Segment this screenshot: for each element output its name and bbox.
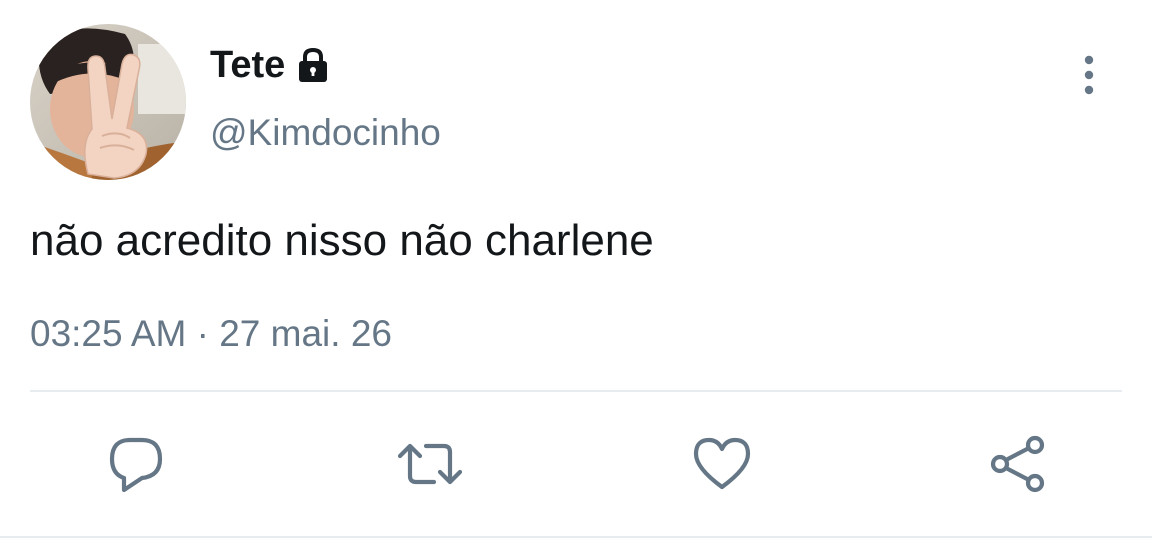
reply-icon bbox=[109, 437, 163, 493]
share-icon bbox=[990, 435, 1045, 493]
profile-photo bbox=[30, 24, 186, 180]
retweet-button[interactable] bbox=[398, 432, 462, 496]
share-button[interactable] bbox=[986, 432, 1050, 496]
author-name-row: Tete bbox=[210, 42, 333, 88]
author-handle[interactable]: @Kimdocinho bbox=[210, 110, 441, 156]
divider bbox=[30, 390, 1122, 392]
display-name[interactable]: Tete bbox=[210, 42, 285, 88]
tweet-timestamp[interactable]: 03:25 AM · 27 mai. 26 bbox=[30, 311, 392, 357]
retweet-icon bbox=[398, 443, 462, 485]
avatar[interactable] bbox=[30, 24, 186, 180]
like-button[interactable] bbox=[690, 432, 754, 496]
more-vertical-icon[interactable] bbox=[1072, 54, 1106, 96]
reply-button[interactable] bbox=[104, 432, 168, 496]
lock-icon bbox=[293, 45, 333, 85]
heart-icon bbox=[693, 437, 751, 490]
bottom-divider bbox=[0, 536, 1152, 538]
tweet-text: não acredito nisso não charlene bbox=[30, 216, 654, 265]
